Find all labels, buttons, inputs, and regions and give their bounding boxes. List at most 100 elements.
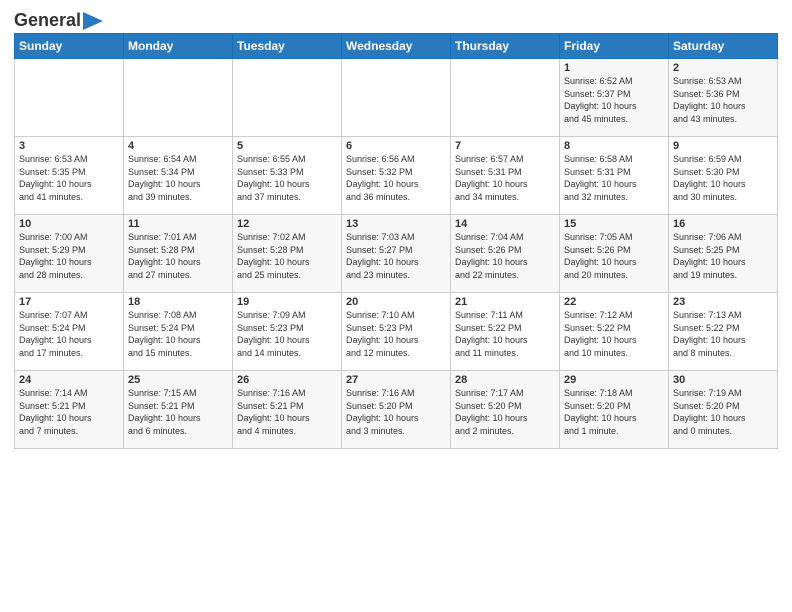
page-container: General SundayMondayTuesdayWednesdayThur… [0,0,792,457]
calendar-cell: 29Sunrise: 7:18 AM Sunset: 5:20 PM Dayli… [560,371,669,449]
week-row-1: 1Sunrise: 6:52 AM Sunset: 5:37 PM Daylig… [15,59,778,137]
day-info: Sunrise: 7:11 AM Sunset: 5:22 PM Dayligh… [455,309,555,359]
day-info: Sunrise: 6:52 AM Sunset: 5:37 PM Dayligh… [564,75,664,125]
calendar-cell: 2Sunrise: 6:53 AM Sunset: 5:36 PM Daylig… [669,59,778,137]
day-info: Sunrise: 7:01 AM Sunset: 5:28 PM Dayligh… [128,231,228,281]
calendar-cell: 1Sunrise: 6:52 AM Sunset: 5:37 PM Daylig… [560,59,669,137]
week-row-3: 10Sunrise: 7:00 AM Sunset: 5:29 PM Dayli… [15,215,778,293]
day-number: 1 [564,62,664,74]
day-info: Sunrise: 6:53 AM Sunset: 5:36 PM Dayligh… [673,75,773,125]
calendar-cell: 10Sunrise: 7:00 AM Sunset: 5:29 PM Dayli… [15,215,124,293]
day-info: Sunrise: 7:13 AM Sunset: 5:22 PM Dayligh… [673,309,773,359]
day-info: Sunrise: 7:08 AM Sunset: 5:24 PM Dayligh… [128,309,228,359]
calendar-cell [124,59,233,137]
week-row-4: 17Sunrise: 7:07 AM Sunset: 5:24 PM Dayli… [15,293,778,371]
calendar-cell: 22Sunrise: 7:12 AM Sunset: 5:22 PM Dayli… [560,293,669,371]
day-number: 14 [455,218,555,230]
day-number: 7 [455,140,555,152]
day-number: 9 [673,140,773,152]
day-number: 24 [19,374,119,386]
day-number: 18 [128,296,228,308]
day-info: Sunrise: 7:03 AM Sunset: 5:27 PM Dayligh… [346,231,446,281]
week-row-2: 3Sunrise: 6:53 AM Sunset: 5:35 PM Daylig… [15,137,778,215]
calendar-cell: 25Sunrise: 7:15 AM Sunset: 5:21 PM Dayli… [124,371,233,449]
calendar-cell: 13Sunrise: 7:03 AM Sunset: 5:27 PM Dayli… [342,215,451,293]
calendar-cell: 18Sunrise: 7:08 AM Sunset: 5:24 PM Dayli… [124,293,233,371]
page-header: General [14,10,778,27]
day-number: 22 [564,296,664,308]
day-number: 19 [237,296,337,308]
day-number: 27 [346,374,446,386]
day-info: Sunrise: 7:18 AM Sunset: 5:20 PM Dayligh… [564,387,664,437]
week-row-5: 24Sunrise: 7:14 AM Sunset: 5:21 PM Dayli… [15,371,778,449]
calendar-body: 1Sunrise: 6:52 AM Sunset: 5:37 PM Daylig… [15,59,778,449]
day-info: Sunrise: 7:17 AM Sunset: 5:20 PM Dayligh… [455,387,555,437]
day-info: Sunrise: 7:19 AM Sunset: 5:20 PM Dayligh… [673,387,773,437]
calendar-cell: 24Sunrise: 7:14 AM Sunset: 5:21 PM Dayli… [15,371,124,449]
weekday-header-monday: Monday [124,34,233,59]
day-info: Sunrise: 7:06 AM Sunset: 5:25 PM Dayligh… [673,231,773,281]
day-number: 28 [455,374,555,386]
logo-arrow-icon [83,12,103,30]
day-info: Sunrise: 7:16 AM Sunset: 5:21 PM Dayligh… [237,387,337,437]
calendar-cell: 6Sunrise: 6:56 AM Sunset: 5:32 PM Daylig… [342,137,451,215]
weekday-header-sunday: Sunday [15,34,124,59]
calendar-cell: 14Sunrise: 7:04 AM Sunset: 5:26 PM Dayli… [451,215,560,293]
day-number: 11 [128,218,228,230]
day-info: Sunrise: 6:58 AM Sunset: 5:31 PM Dayligh… [564,153,664,203]
calendar-cell: 3Sunrise: 6:53 AM Sunset: 5:35 PM Daylig… [15,137,124,215]
calendar-cell: 26Sunrise: 7:16 AM Sunset: 5:21 PM Dayli… [233,371,342,449]
calendar-cell: 21Sunrise: 7:11 AM Sunset: 5:22 PM Dayli… [451,293,560,371]
day-number: 3 [19,140,119,152]
day-info: Sunrise: 7:05 AM Sunset: 5:26 PM Dayligh… [564,231,664,281]
calendar-cell: 17Sunrise: 7:07 AM Sunset: 5:24 PM Dayli… [15,293,124,371]
day-number: 8 [564,140,664,152]
day-number: 15 [564,218,664,230]
day-number: 26 [237,374,337,386]
calendar-cell: 9Sunrise: 6:59 AM Sunset: 5:30 PM Daylig… [669,137,778,215]
day-info: Sunrise: 6:53 AM Sunset: 5:35 PM Dayligh… [19,153,119,203]
day-number: 17 [19,296,119,308]
calendar-cell [233,59,342,137]
calendar-cell: 5Sunrise: 6:55 AM Sunset: 5:33 PM Daylig… [233,137,342,215]
day-info: Sunrise: 7:02 AM Sunset: 5:28 PM Dayligh… [237,231,337,281]
day-number: 20 [346,296,446,308]
day-number: 6 [346,140,446,152]
calendar-cell: 28Sunrise: 7:17 AM Sunset: 5:20 PM Dayli… [451,371,560,449]
day-number: 25 [128,374,228,386]
day-info: Sunrise: 7:07 AM Sunset: 5:24 PM Dayligh… [19,309,119,359]
day-info: Sunrise: 6:56 AM Sunset: 5:32 PM Dayligh… [346,153,446,203]
calendar-cell: 30Sunrise: 7:19 AM Sunset: 5:20 PM Dayli… [669,371,778,449]
day-info: Sunrise: 7:00 AM Sunset: 5:29 PM Dayligh… [19,231,119,281]
day-info: Sunrise: 7:16 AM Sunset: 5:20 PM Dayligh… [346,387,446,437]
calendar-cell: 7Sunrise: 6:57 AM Sunset: 5:31 PM Daylig… [451,137,560,215]
calendar-cell: 12Sunrise: 7:02 AM Sunset: 5:28 PM Dayli… [233,215,342,293]
day-info: Sunrise: 7:04 AM Sunset: 5:26 PM Dayligh… [455,231,555,281]
calendar-cell: 4Sunrise: 6:54 AM Sunset: 5:34 PM Daylig… [124,137,233,215]
calendar-cell: 8Sunrise: 6:58 AM Sunset: 5:31 PM Daylig… [560,137,669,215]
day-number: 4 [128,140,228,152]
weekday-header-thursday: Thursday [451,34,560,59]
calendar-cell: 16Sunrise: 7:06 AM Sunset: 5:25 PM Dayli… [669,215,778,293]
day-number: 23 [673,296,773,308]
day-info: Sunrise: 6:59 AM Sunset: 5:30 PM Dayligh… [673,153,773,203]
day-number: 2 [673,62,773,74]
weekday-row: SundayMondayTuesdayWednesdayThursdayFrid… [15,34,778,59]
day-number: 16 [673,218,773,230]
day-info: Sunrise: 6:55 AM Sunset: 5:33 PM Dayligh… [237,153,337,203]
calendar-cell: 27Sunrise: 7:16 AM Sunset: 5:20 PM Dayli… [342,371,451,449]
weekday-header-wednesday: Wednesday [342,34,451,59]
logo-general: General [14,10,81,31]
day-number: 21 [455,296,555,308]
weekday-header-tuesday: Tuesday [233,34,342,59]
calendar-header: SundayMondayTuesdayWednesdayThursdayFrid… [15,34,778,59]
day-number: 5 [237,140,337,152]
calendar-cell: 23Sunrise: 7:13 AM Sunset: 5:22 PM Dayli… [669,293,778,371]
day-info: Sunrise: 7:15 AM Sunset: 5:21 PM Dayligh… [128,387,228,437]
logo: General [14,10,103,27]
calendar-cell: 20Sunrise: 7:10 AM Sunset: 5:23 PM Dayli… [342,293,451,371]
day-info: Sunrise: 7:09 AM Sunset: 5:23 PM Dayligh… [237,309,337,359]
calendar-cell [342,59,451,137]
day-number: 10 [19,218,119,230]
calendar-cell: 11Sunrise: 7:01 AM Sunset: 5:28 PM Dayli… [124,215,233,293]
